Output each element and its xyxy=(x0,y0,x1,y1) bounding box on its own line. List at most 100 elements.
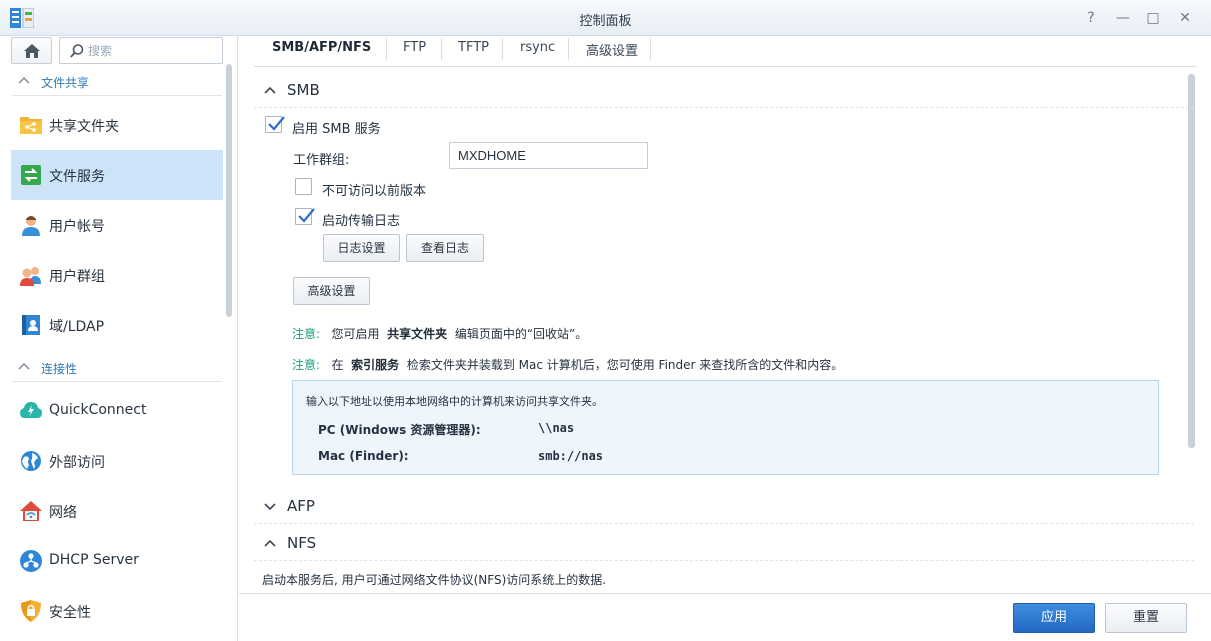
search-field[interactable] xyxy=(59,37,223,64)
sidebar-item-label: 用户群组 xyxy=(49,269,105,285)
sidebar-item-label: 安全性 xyxy=(49,605,91,621)
external-access-icon xyxy=(21,451,41,471)
nfs-section-title: NFS xyxy=(287,534,317,552)
note-text: 在 xyxy=(331,358,344,372)
pc-access-value: \\nas xyxy=(538,421,575,435)
chevron-down-icon xyxy=(264,503,276,511)
sidebar-item-label: QuickConnect xyxy=(49,402,147,418)
note-prefix: 注意: xyxy=(292,327,321,341)
sidebar-item-security[interactable]: 安全性 xyxy=(11,586,223,636)
sidebar-item-group[interactable]: 用户群组 xyxy=(11,250,223,300)
tab-ftp[interactable]: FTP xyxy=(403,40,426,62)
nfs-description: 启动本服务后, 用户可通过网络文件协议(NFS)访问系统上的数据. xyxy=(262,573,607,587)
tab-advanced-settings[interactable]: 高级设置 xyxy=(586,40,638,62)
home-button[interactable] xyxy=(11,37,52,64)
window-title: 控制面板 xyxy=(579,14,632,29)
sidebar-item-quickconnect[interactable]: QuickConnect xyxy=(11,386,223,436)
sidebar-item-label: 网络 xyxy=(49,505,77,521)
enable-smb-checkbox[interactable] xyxy=(265,116,285,133)
sidebar-item-external-access[interactable]: 外部访问 xyxy=(11,436,223,486)
sidebar-item-shared-folder[interactable]: 共享文件夹 xyxy=(11,100,223,150)
section-file-sharing[interactable]: 文件共享 xyxy=(12,68,222,96)
note-text: 检索文件夹并装载到 Mac 计算机后，您可使用 Finder 来查找所含的文件和… xyxy=(406,358,844,372)
footer-bar: 应用 重置 xyxy=(239,593,1211,641)
reset-button[interactable]: 重置 xyxy=(1105,603,1187,633)
indexing-service-link[interactable]: 索引服务 xyxy=(351,358,399,372)
checkmark-icon xyxy=(298,208,315,223)
note-recycle-bin: 注意: 您可启用 共享文件夹 编辑页面中的“回收站”。 xyxy=(292,325,587,342)
checkmark-icon xyxy=(268,116,285,131)
prev-versions-checkbox[interactable] xyxy=(295,178,312,195)
tab-tftp[interactable]: TFTP xyxy=(458,40,489,62)
afp-section-title: AFP xyxy=(287,497,315,515)
home-icon xyxy=(24,44,40,58)
search-icon xyxy=(70,44,84,58)
mac-access-value: smb://nas xyxy=(538,449,604,463)
view-log-button[interactable]: 查看日志 xyxy=(406,234,484,262)
main-content: SMB 启用 SMB 服务 工作群组: 不可访问以前版本 启动传输日志 日志设置… xyxy=(254,67,1196,593)
note-text: 编辑页面中的“回收站”。 xyxy=(454,327,588,341)
sidebar-item-label: 外部访问 xyxy=(49,455,105,471)
sidebar-item-label: 共享文件夹 xyxy=(49,119,119,135)
file-services-icon xyxy=(21,165,41,185)
chevron-up-icon xyxy=(18,362,30,370)
tab-smb-afp-nfs[interactable]: SMB/AFP/NFS xyxy=(272,40,371,62)
sidebar-item-dhcp-server[interactable]: DHCP Server xyxy=(11,536,223,586)
chevron-up-icon xyxy=(264,86,276,94)
tab-separator xyxy=(568,38,569,60)
title-bar: 控制面板 ? — □ ✕ xyxy=(0,0,1211,36)
section-label: 文件共享 xyxy=(41,76,90,90)
note-text: 您可启用 xyxy=(331,327,380,341)
access-info-box: 输入以下地址以使用本地网络中的计算机来访问共享文件夹。 PC (Windows … xyxy=(292,380,1159,475)
tab-separator xyxy=(650,38,651,60)
shared-folder-link[interactable]: 共享文件夹 xyxy=(387,327,447,341)
shield-icon xyxy=(21,600,41,622)
group-icon xyxy=(20,267,41,286)
nfs-section-header[interactable]: NFS xyxy=(254,525,1194,561)
sidebar-item-label: 文件服务 xyxy=(49,169,105,185)
note-prefix: 注意: xyxy=(292,358,321,372)
section-connectivity[interactable]: 连接性 xyxy=(12,354,222,382)
tab-separator xyxy=(441,38,442,60)
minimize-button[interactable]: — xyxy=(1113,8,1133,28)
pc-access-key: PC (Windows 资源管理器): xyxy=(318,423,481,437)
note-indexing: 注意: 在 索引服务 检索文件夹并装载到 Mac 计算机后，您可使用 Finde… xyxy=(292,356,843,373)
afp-section-header[interactable]: AFP xyxy=(254,488,1194,524)
workgroup-label: 工作群组: xyxy=(293,153,350,168)
access-info-intro: 输入以下地址以使用本地网络中的计算机来访问共享文件夹。 xyxy=(306,395,603,408)
transfer-log-label: 启动传输日志 xyxy=(322,214,401,229)
sidebar-item-label: 域/LDAP xyxy=(49,319,105,335)
close-button[interactable]: ✕ xyxy=(1175,8,1195,28)
enable-smb-label: 启用 SMB 服务 xyxy=(292,122,381,137)
tab-separator xyxy=(386,38,387,60)
quickconnect-icon xyxy=(20,402,42,418)
tab-rsync[interactable]: rsync xyxy=(520,40,555,62)
chevron-up-icon xyxy=(18,76,30,84)
advanced-settings-button[interactable]: 高级设置 xyxy=(293,277,370,305)
smb-section-title: SMB xyxy=(287,81,320,99)
tab-separator xyxy=(502,38,503,60)
chevron-up-icon xyxy=(264,539,276,547)
sidebar-item-domain-ldap[interactable]: 域/LDAP xyxy=(11,300,223,350)
sidebar-item-label: 用户帐号 xyxy=(49,219,105,235)
help-button[interactable]: ? xyxy=(1081,8,1101,28)
log-settings-button[interactable]: 日志设置 xyxy=(323,234,400,262)
search-input[interactable] xyxy=(88,42,218,60)
sidebar-item-file-services[interactable]: 文件服务 xyxy=(11,150,223,200)
sidebar-item-label: DHCP Server xyxy=(49,552,139,568)
mac-access-key: Mac (Finder): xyxy=(318,449,409,463)
sidebar-item-user[interactable]: 用户帐号 xyxy=(11,200,223,250)
sidebar-item-network[interactable]: 网络 xyxy=(11,486,223,536)
apply-button[interactable]: 应用 xyxy=(1013,603,1095,633)
shared-folder-icon xyxy=(20,117,42,134)
section-label: 连接性 xyxy=(41,362,78,376)
dhcp-server-icon xyxy=(20,550,42,572)
transfer-log-checkbox[interactable] xyxy=(295,208,315,225)
tab-bar: SMB/AFP/NFS FTP TFTP rsync 高级设置 xyxy=(254,36,1196,67)
smb-section-header[interactable]: SMB xyxy=(254,72,1194,108)
sidebar-scroll-thumb[interactable] xyxy=(226,64,232,317)
maximize-button[interactable]: □ xyxy=(1143,8,1163,28)
network-icon xyxy=(20,501,42,521)
user-icon xyxy=(22,216,40,236)
workgroup-input[interactable] xyxy=(449,142,648,169)
